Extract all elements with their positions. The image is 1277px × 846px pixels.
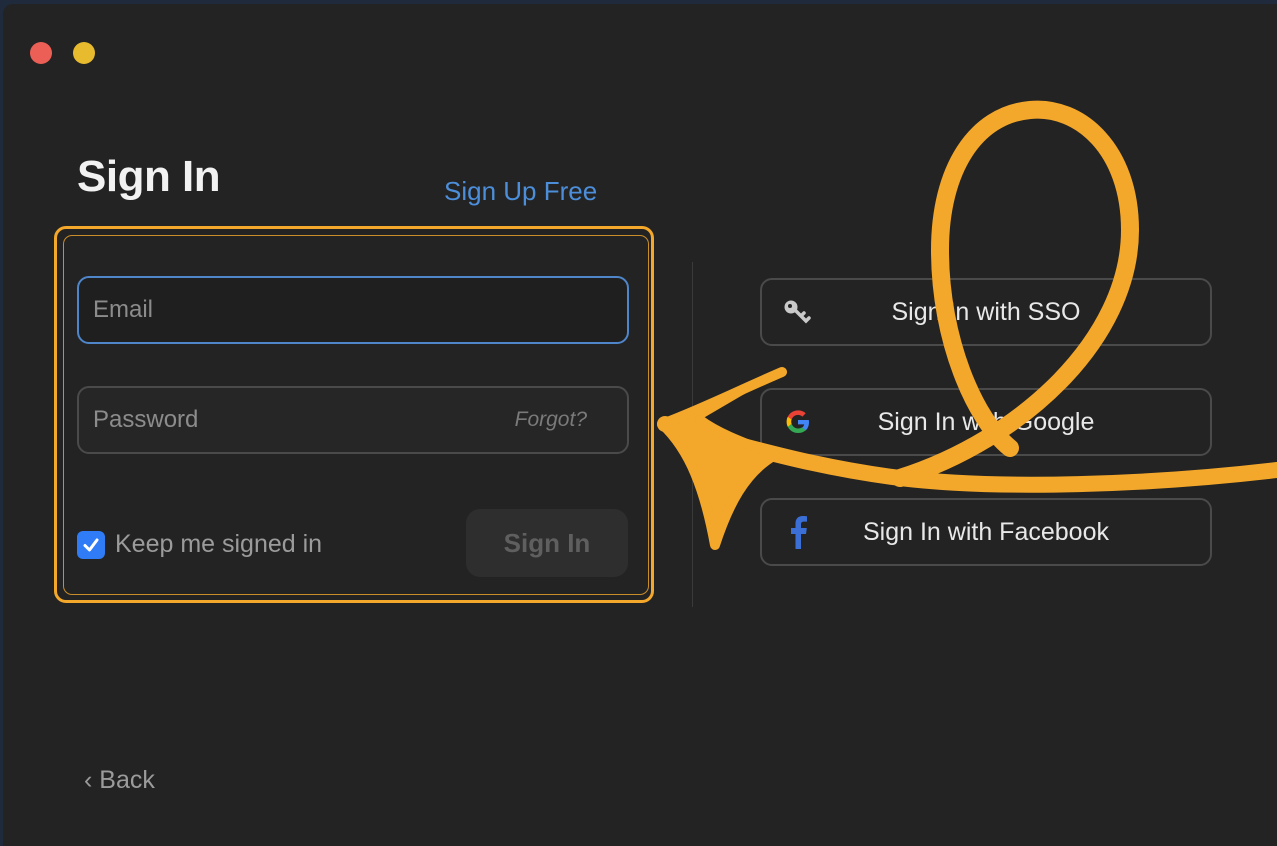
google-button-label: Sign In with Google [877, 407, 1095, 436]
back-button[interactable]: ‹ Back [84, 766, 155, 795]
sign-in-sso-button[interactable]: Sign In with SSO [760, 278, 1212, 346]
sign-up-free-link[interactable]: Sign Up Free [444, 176, 597, 207]
key-icon [778, 294, 818, 330]
google-icon [778, 404, 818, 440]
window-minimize-button[interactable] [73, 42, 95, 64]
page-title: Sign In [77, 152, 221, 201]
back-label: Back [99, 766, 155, 794]
annotation-highlight-box-inner [63, 235, 649, 595]
sign-in-facebook-button[interactable]: Sign In with Facebook [760, 498, 1212, 566]
vertical-divider [692, 262, 693, 607]
facebook-button-label: Sign In with Facebook [863, 517, 1109, 546]
facebook-icon [778, 514, 818, 550]
sso-button-label: Sign In with SSO [891, 297, 1081, 326]
chevron-left-icon: ‹ [84, 766, 100, 794]
sign-in-google-button[interactable]: Sign In with Google [760, 388, 1212, 456]
window-close-button[interactable] [30, 42, 52, 64]
